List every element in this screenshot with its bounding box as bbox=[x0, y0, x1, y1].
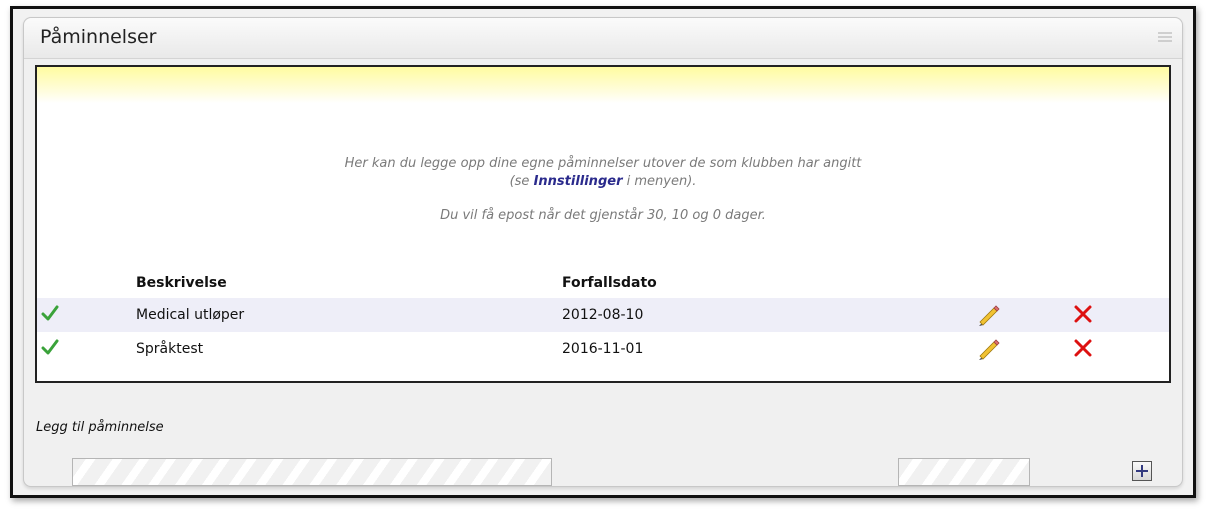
info-text-line2: (se Innstillinger i menyen). bbox=[37, 173, 1169, 190]
add-reminder-button[interactable] bbox=[1132, 461, 1152, 481]
pencil-icon[interactable] bbox=[975, 336, 1001, 362]
date-input[interactable] bbox=[899, 459, 1029, 485]
panel-header: Påminnelser bbox=[24, 18, 1182, 59]
reminders-panel: Påminnelser Her kan du legge opp dine eg… bbox=[23, 17, 1183, 487]
info-text-line1: Her kan du legge opp dine egne påminnels… bbox=[344, 156, 862, 171]
check-icon bbox=[41, 339, 59, 355]
check-icon bbox=[41, 305, 59, 321]
info-line2-prefix: (se bbox=[509, 174, 534, 189]
add-reminder-label: Legg til påminnelse bbox=[36, 420, 164, 435]
window-frame: Påminnelser Her kan du legge opp dine eg… bbox=[10, 6, 1196, 498]
close-icon[interactable] bbox=[1073, 338, 1093, 358]
info-text-line3: Du vil få epost når det gjenstår 30, 10 … bbox=[440, 208, 766, 223]
table-row: Medical utløper 2012-08-10 bbox=[37, 298, 1169, 332]
panel-title: Påminnelser bbox=[40, 26, 157, 48]
notice-banner bbox=[37, 67, 1169, 103]
reminders-content: Her kan du legge opp dine egne påminnels… bbox=[35, 65, 1171, 383]
settings-link[interactable]: Innstillinger bbox=[534, 174, 623, 189]
row-description: Medical utløper bbox=[136, 307, 245, 323]
grip-icon[interactable] bbox=[1158, 32, 1172, 44]
column-header-description: Beskrivelse bbox=[136, 275, 227, 291]
description-field-wrapper bbox=[72, 458, 552, 486]
description-input[interactable] bbox=[73, 459, 551, 485]
info-line2-suffix: i menyen). bbox=[622, 174, 697, 189]
column-header-due-date: Forfallsdato bbox=[562, 275, 657, 291]
row-description: Språktest bbox=[136, 341, 204, 357]
date-field-wrapper bbox=[898, 458, 1030, 486]
pencil-icon[interactable] bbox=[975, 302, 1001, 328]
plus-icon bbox=[1136, 465, 1148, 477]
row-due-date: 2016-11-01 bbox=[562, 341, 644, 357]
row-due-date: 2012-08-10 bbox=[562, 307, 644, 323]
close-icon[interactable] bbox=[1073, 304, 1093, 324]
table-row: Språktest 2016-11-01 bbox=[37, 332, 1169, 366]
